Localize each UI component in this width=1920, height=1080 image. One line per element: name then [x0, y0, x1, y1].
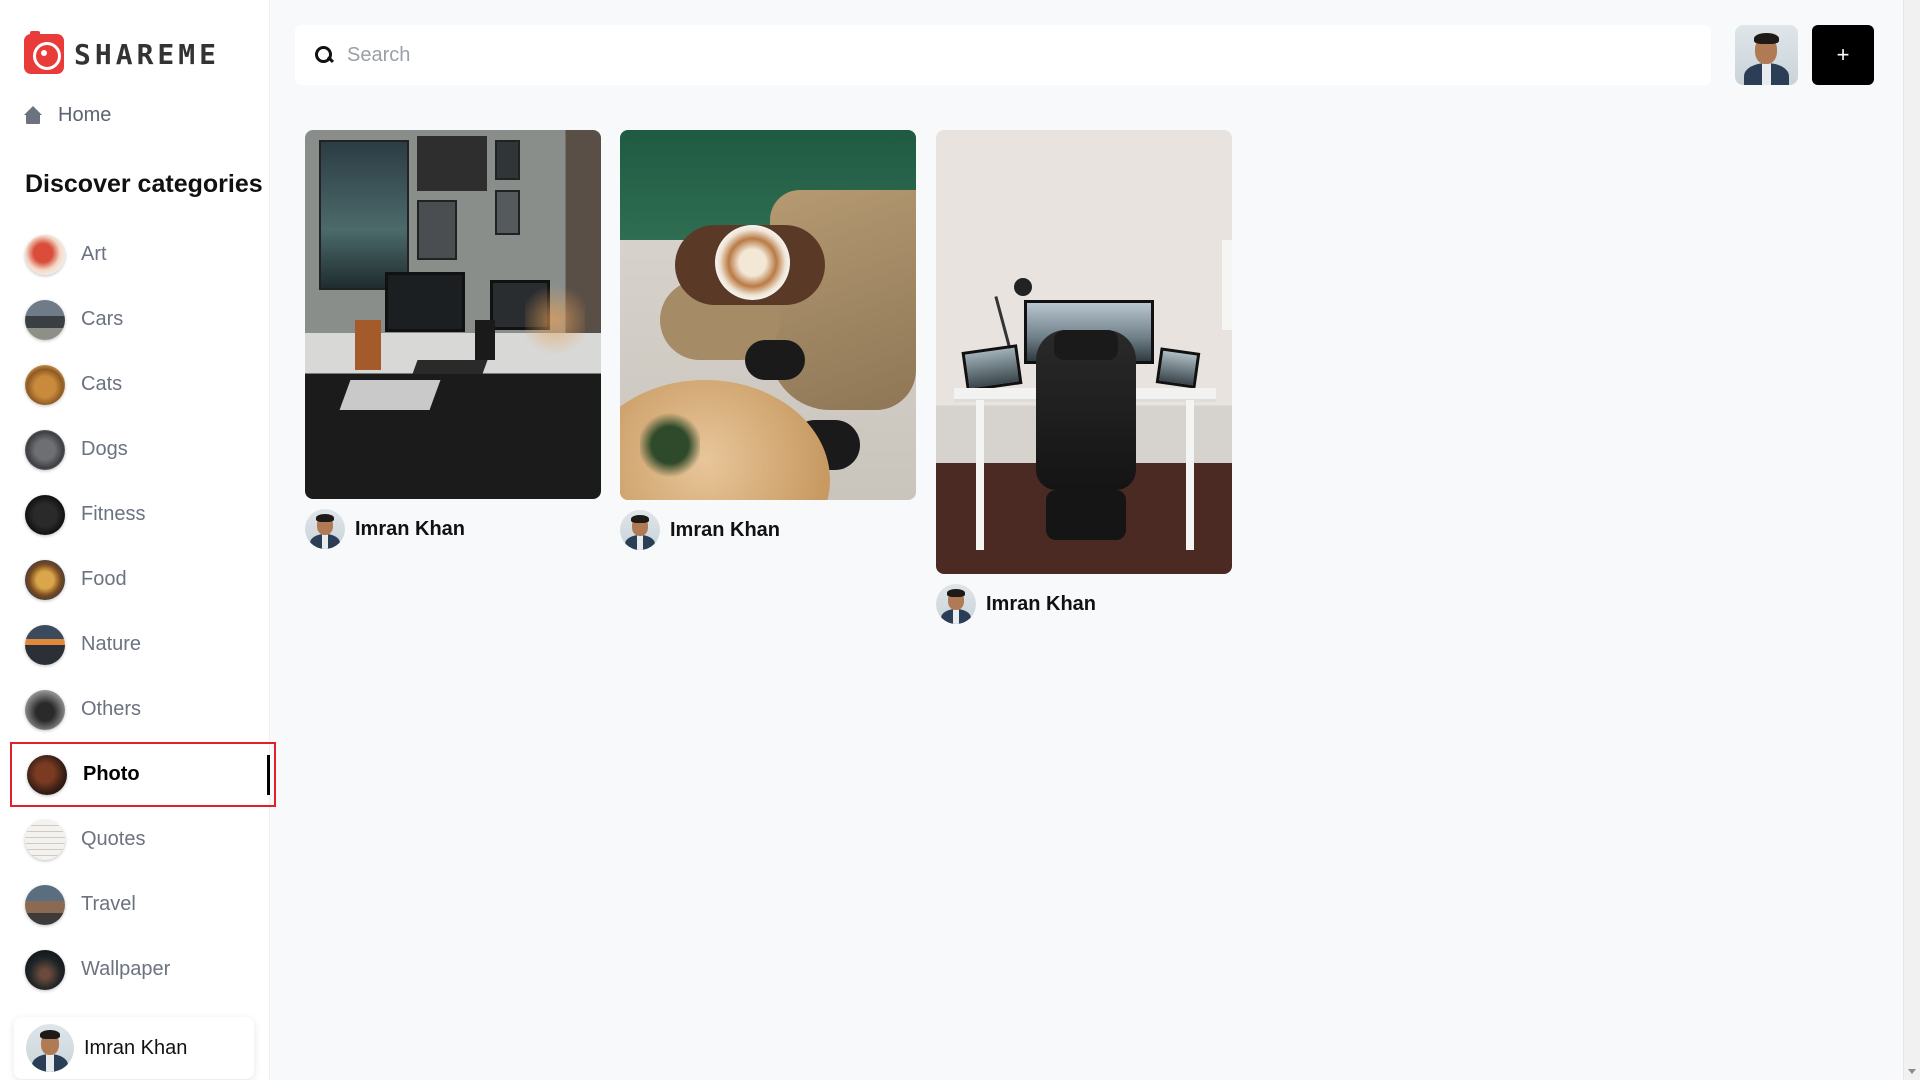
category-label: Cars	[81, 308, 124, 330]
category-label: Quotes	[81, 828, 146, 850]
author-avatar	[936, 584, 976, 624]
pin-author[interactable]: Imran Khan	[936, 584, 1232, 624]
category-art[interactable]: Art	[10, 222, 276, 287]
home-label: Home	[58, 104, 112, 126]
author-avatar	[620, 510, 660, 550]
pin-author[interactable]: Imran Khan	[620, 510, 916, 550]
dogs-thumbnail	[25, 429, 65, 470]
search-icon	[313, 44, 335, 66]
category-list: Art Cars Cats Dogs Fitness Food Nature O…	[10, 222, 276, 1002]
category-nature[interactable]: Nature	[10, 612, 276, 677]
wallpaper-thumbnail	[25, 949, 65, 990]
search-input[interactable]	[347, 43, 1647, 67]
category-label: Food	[81, 568, 127, 590]
author-avatar	[305, 509, 345, 549]
nature-thumbnail	[25, 624, 65, 665]
photo-thumbnail	[27, 754, 67, 795]
category-label: Photo	[83, 763, 140, 785]
category-label: Others	[81, 698, 142, 720]
category-wallpaper[interactable]: Wallpaper	[10, 937, 276, 1002]
category-travel[interactable]: Travel	[10, 872, 276, 937]
category-dogs[interactable]: Dogs	[10, 417, 276, 482]
category-label: Wallpaper	[81, 958, 171, 980]
discover-categories-title: Discover categories	[25, 170, 263, 198]
quotes-thumbnail	[25, 819, 65, 860]
category-fitness[interactable]: Fitness	[10, 482, 276, 547]
camera-logo-icon	[24, 31, 64, 74]
scroll-down-arrow-icon[interactable]	[1908, 1069, 1916, 1074]
sidebar: SHAREME Home Discover categories Art Car…	[0, 0, 276, 1080]
cats-thumbnail	[25, 364, 65, 405]
header-avatar-image	[1735, 25, 1798, 85]
category-label: Art	[81, 243, 107, 265]
user-name: Imran Khan	[84, 1036, 188, 1059]
category-cars[interactable]: Cars	[10, 287, 276, 352]
category-label: Nature	[81, 633, 142, 655]
author-name: Imran Khan	[670, 518, 781, 541]
pin-author[interactable]: Imran Khan	[305, 509, 601, 549]
pin-card[interactable]: Imran Khan	[620, 130, 916, 550]
category-label: Fitness	[81, 503, 146, 525]
user-avatar	[26, 1024, 74, 1072]
fitness-thumbnail	[25, 494, 65, 535]
pin-image[interactable]	[620, 130, 916, 500]
vertical-scrollbar[interactable]	[1903, 0, 1920, 1080]
logo[interactable]: SHAREME	[24, 31, 221, 74]
others-thumbnail	[25, 689, 65, 730]
food-thumbnail	[25, 559, 65, 600]
pin-image[interactable]	[936, 130, 1232, 574]
add-pin-button[interactable]: +	[1812, 25, 1874, 85]
category-others[interactable]: Others	[10, 677, 276, 742]
art-thumbnail	[25, 234, 65, 275]
search-bar[interactable]	[295, 25, 1711, 85]
category-label: Dogs	[81, 438, 128, 460]
logo-text: SHAREME	[74, 37, 221, 71]
category-quotes[interactable]: Quotes	[10, 807, 276, 872]
pin-image[interactable]	[305, 130, 601, 499]
pin-card[interactable]: Imran Khan	[305, 130, 601, 549]
travel-thumbnail	[25, 884, 65, 925]
category-label: Cats	[81, 373, 123, 395]
category-cats[interactable]: Cats	[10, 352, 276, 417]
sidebar-user-profile[interactable]: Imran Khan	[14, 1017, 254, 1079]
cars-thumbnail	[25, 299, 65, 340]
author-name: Imran Khan	[986, 592, 1097, 615]
header-user-avatar[interactable]	[1735, 25, 1798, 85]
category-label: Travel	[81, 893, 136, 915]
category-food[interactable]: Food	[10, 547, 276, 612]
home-link[interactable]: Home	[24, 104, 111, 127]
category-photo[interactable]: Photo	[10, 742, 276, 807]
author-name: Imran Khan	[355, 517, 466, 540]
home-icon	[24, 105, 44, 126]
pin-card[interactable]: Imran Khan	[936, 130, 1232, 624]
